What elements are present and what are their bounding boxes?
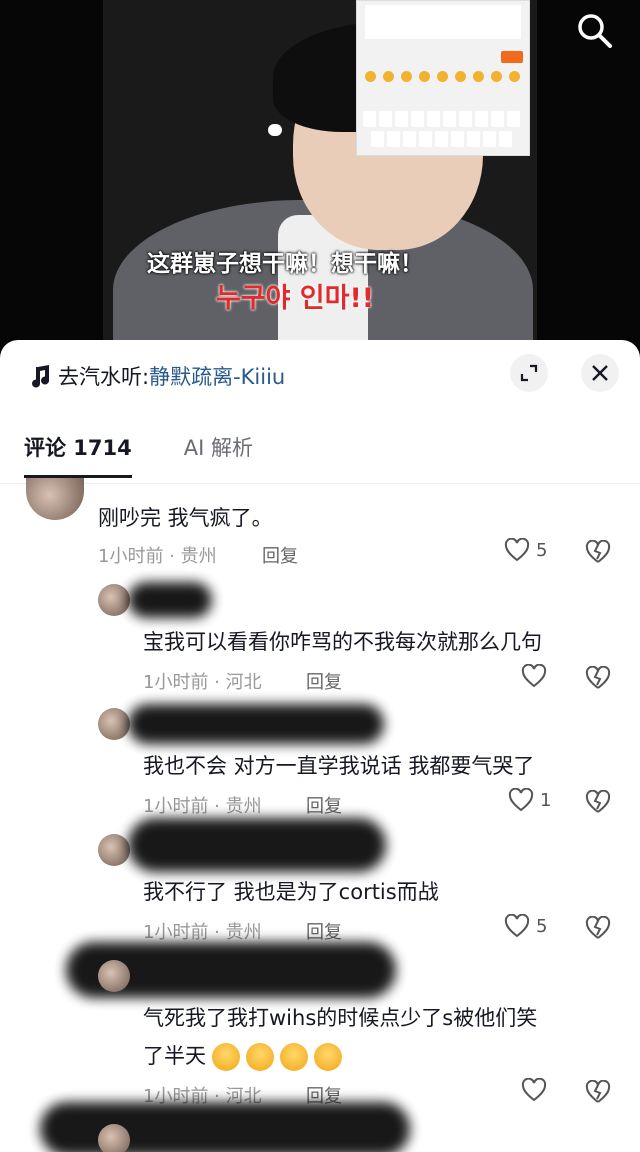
comment-sheet: 去汽水听: 静默疏离-Kiiiu 评论 1714 AI 解析 刚吵完 我气疯了。…	[0, 340, 640, 1152]
reply-button[interactable]: 回复	[306, 918, 342, 944]
heart-outline-icon	[504, 538, 530, 562]
like-button[interactable]	[521, 1078, 553, 1102]
like-count: 5	[536, 539, 548, 561]
avatar[interactable]	[98, 834, 130, 866]
heart-outline-icon	[508, 788, 534, 812]
redacted-username	[128, 818, 386, 872]
expand-icon	[520, 364, 538, 382]
comment-text: 我也不会 对方一直学我说话 我都要气哭了	[143, 754, 535, 778]
music-row[interactable]: 去汽水听: 静默疏离-Kiiiu	[30, 356, 285, 396]
reply-button[interactable]: 回复	[306, 668, 342, 694]
crying-face-emoji	[314, 1043, 342, 1071]
like-count: 1	[540, 789, 552, 811]
comment-text: 我不行了 我也是为了cortis而战	[143, 880, 439, 904]
like-button[interactable]	[521, 664, 553, 688]
like-button[interactable]: 1	[508, 788, 551, 812]
avatar[interactable]	[98, 708, 130, 740]
heart-outline-icon	[521, 664, 547, 688]
keyboard-screenshot-overlay	[356, 0, 530, 156]
crying-face-emoji	[212, 1043, 240, 1071]
like-count: 5	[536, 915, 548, 937]
like-button[interactable]: 5	[504, 914, 547, 938]
overlay-keyboard-row	[371, 131, 512, 147]
broken-heart-icon[interactable]	[585, 666, 611, 690]
redacted-username	[40, 1102, 410, 1152]
overlay-emoji-row	[365, 71, 520, 82]
comment-meta: 1小时前 · 贵州	[143, 922, 262, 943]
overlay-keyboard-row	[363, 111, 520, 127]
comment-meta: 1小时前 · 河北	[143, 672, 262, 693]
reply-button[interactable]: 回复	[306, 792, 342, 818]
redacted-username	[128, 582, 212, 618]
broken-heart-icon[interactable]	[585, 916, 611, 940]
overlay-input-bar	[365, 5, 521, 39]
reply-button[interactable]: 回复	[262, 542, 298, 568]
like-button[interactable]: 5	[504, 538, 547, 562]
subtitle-chinese: 这群崽子想干嘛！想干嘛！	[147, 251, 423, 277]
comment-text: 气死我了我打wihs的时候点少了s被他们笑	[143, 1006, 538, 1030]
overlay-send-button	[501, 51, 523, 63]
comment-text-continued: 了半天	[143, 1040, 342, 1071]
comment-meta: 1小时前 · 贵州	[98, 546, 217, 567]
redacted-username	[128, 704, 384, 744]
video-player[interactable]: 这群崽子想干嘛！想干嘛！ 누구야 인마!!	[0, 0, 640, 350]
avatar[interactable]	[26, 478, 84, 520]
avatar[interactable]	[98, 960, 130, 992]
search-icon[interactable]	[574, 10, 614, 50]
avatar[interactable]	[98, 1124, 130, 1152]
tabs-divider	[0, 483, 640, 484]
tab-ai-analysis[interactable]: AI 解析	[184, 432, 253, 478]
comment-text: 刚吵完 我气疯了。	[98, 506, 273, 530]
close-button[interactable]	[581, 354, 619, 392]
expand-button[interactable]	[510, 354, 548, 392]
music-prefix: 去汽水听:	[58, 365, 150, 389]
crying-face-emoji	[280, 1043, 308, 1071]
avatar[interactable]	[98, 584, 130, 616]
broken-heart-icon[interactable]	[585, 1080, 611, 1104]
heart-outline-icon	[521, 1078, 547, 1102]
comment-meta: 1小时前 · 贵州	[143, 796, 262, 817]
tab-comments[interactable]: 评论 1714	[24, 432, 132, 478]
music-note-icon	[32, 365, 50, 388]
comment-tabs: 评论 1714 AI 解析	[24, 432, 253, 478]
broken-heart-icon[interactable]	[585, 790, 611, 814]
music-title-link[interactable]: 静默疏离-Kiiiu	[149, 361, 285, 391]
crying-face-emoji	[246, 1043, 274, 1071]
heart-outline-icon	[504, 914, 530, 938]
earbud	[268, 124, 282, 136]
subtitle-korean: 누구야 인마!!	[215, 283, 375, 314]
broken-heart-icon[interactable]	[585, 540, 611, 564]
close-icon	[592, 365, 608, 381]
comment-text: 宝我可以看看你咋骂的不我每次就那么几句	[143, 630, 542, 654]
